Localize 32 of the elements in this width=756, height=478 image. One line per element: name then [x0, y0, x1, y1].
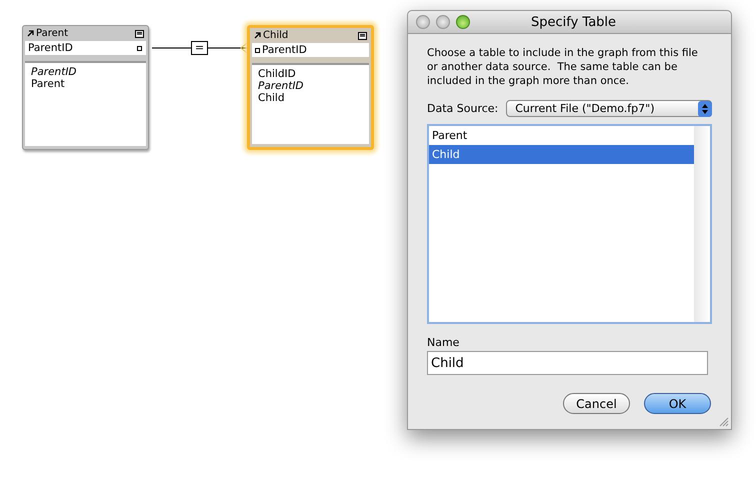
- key-marker-icon: [255, 48, 260, 52]
- table-occurrence[interactable]: Child ParentID ChildID ParentID Child: [247, 25, 374, 150]
- close-button[interactable]: [416, 15, 430, 29]
- field-name: ChildID: [258, 68, 297, 80]
- collapse-icon[interactable]: [135, 30, 144, 38]
- arrow-icon[interactable]: [254, 32, 261, 39]
- field-name: ParentID: [258, 80, 304, 92]
- relationship-operator[interactable]: =: [191, 41, 208, 55]
- minimize-button[interactable]: [436, 15, 450, 29]
- table-occurrence[interactable]: Parent ParentID ParentID Parent: [22, 25, 149, 150]
- table-name: Child: [263, 30, 290, 41]
- window-title: Specify Table: [530, 14, 618, 30]
- table-name: Parent: [36, 28, 70, 39]
- zoom-button[interactable]: [456, 15, 470, 29]
- cancel-button[interactable]: Cancel: [563, 393, 630, 414]
- field-name: Parent: [31, 78, 66, 90]
- arrow-icon[interactable]: [27, 30, 34, 37]
- collapse-icon[interactable]: [358, 32, 367, 40]
- data-source-label: Data Source:: [427, 102, 498, 115]
- ok-button[interactable]: OK: [644, 393, 711, 414]
- table-list-item[interactable]: Parent: [429, 126, 694, 145]
- field-name: ParentID: [31, 66, 78, 78]
- scrollbar-track[interactable]: [694, 126, 710, 322]
- key-marker-icon: [137, 46, 142, 50]
- field-name: Child: [258, 92, 286, 104]
- name-field[interactable]: Child: [427, 351, 708, 375]
- description-text: Choose a table to include in the graph from this file or another data source. The same table can be included in the graph more than once.: [427, 46, 699, 88]
- resize-grip-icon[interactable]: [719, 417, 729, 427]
- name-label: Name: [427, 336, 460, 349]
- table-list-item[interactable]: Child: [429, 145, 694, 164]
- data-source-dropdown[interactable]: Current File ("Demo.fp7"): [506, 100, 712, 117]
- stepper-icon: [698, 100, 712, 116]
